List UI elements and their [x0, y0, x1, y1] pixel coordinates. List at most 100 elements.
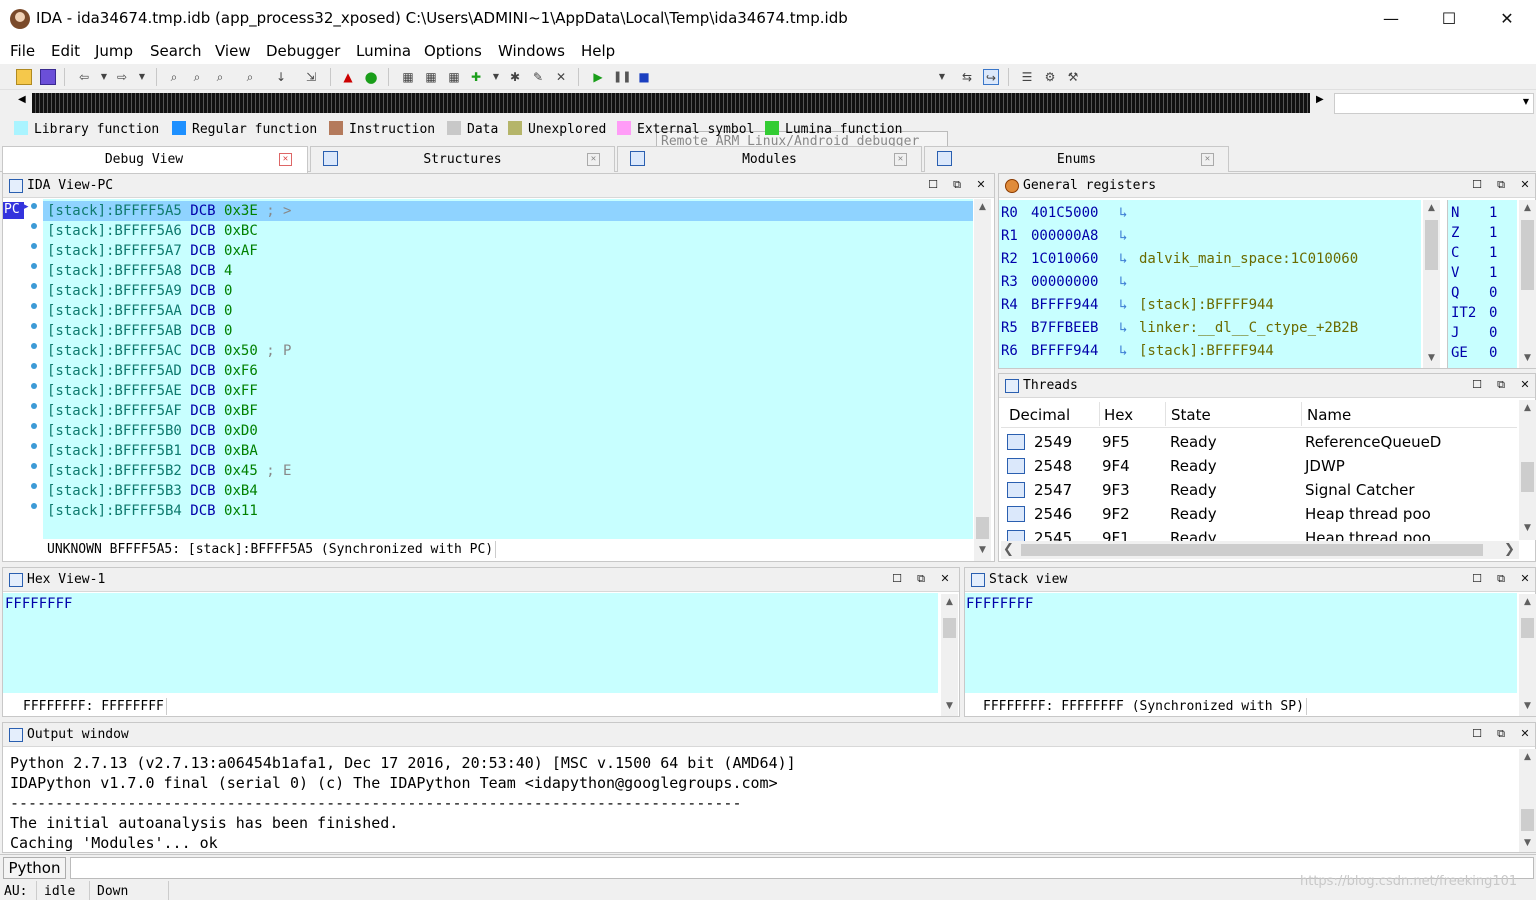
menu-windows[interactable]: Windows [498, 42, 565, 60]
float-icon[interactable]: ⧉ [1493, 571, 1509, 587]
download-icon[interactable]: ↓ [273, 69, 289, 85]
flag-row[interactable]: GE 0 [1451, 343, 1497, 363]
list-icon[interactable]: ☰ [1019, 69, 1035, 85]
disassembly-line[interactable]: [stack]:BFFFF5A9 DCB 0 [47, 281, 232, 301]
scroll-thumb[interactable] [1021, 544, 1483, 556]
back-dropdown-icon[interactable]: ▼ [96, 69, 112, 85]
jump-arrow-icon[interactable]: ↳ [1119, 202, 1139, 225]
line-marker-dot[interactable] [31, 263, 37, 269]
disassembly-line[interactable]: [stack]:BFFFF5A8 DCB 4 [47, 261, 232, 281]
threads-scrollbar[interactable]: ▲ ▼ [1519, 400, 1536, 540]
scroll-down-icon[interactable]: ▼ [1519, 698, 1536, 715]
tab-close-icon[interactable]: ✕ [279, 153, 292, 166]
restore-icon[interactable]: ☐ [925, 177, 941, 193]
restore-icon[interactable]: ☐ [1469, 177, 1485, 193]
disassembly-line[interactable]: [stack]:BFFFF5B1 DCB 0xBA [47, 441, 258, 461]
disassembly-line[interactable]: [stack]:BFFFF5AD DCB 0xF6 [47, 361, 258, 381]
tools-icon[interactable]: ⚒ [1065, 69, 1081, 85]
register-row[interactable]: R1 000000A8 ↳ [1001, 225, 1139, 248]
scroll-down-icon[interactable]: ▼ [1519, 835, 1536, 852]
jump-arrow-icon[interactable]: ↳ [1119, 294, 1139, 317]
menu-lumina[interactable]: Lumina [356, 42, 411, 60]
forward-dropdown-icon[interactable]: ▼ [134, 69, 150, 85]
close-icon[interactable]: ✕ [937, 571, 953, 587]
column-decimal[interactable]: Decimal [1009, 406, 1070, 424]
hex-scrollbar[interactable]: ▲ ▼ [941, 594, 958, 716]
float-icon[interactable]: ⧉ [1493, 377, 1509, 393]
float-icon[interactable]: ⧉ [1493, 177, 1509, 193]
tab-enums[interactable]: Enums ✕ [924, 146, 1229, 172]
disassembly-line[interactable]: [stack]:BFFFF5B4 DCB 0x11 [47, 501, 258, 521]
python-button[interactable]: Python [3, 857, 66, 879]
line-marker-dot[interactable] [31, 343, 37, 349]
register-row[interactable]: R2 1C010060 ↳ dalvik_main_space:1C010060 [1001, 248, 1358, 271]
menu-search[interactable]: Search [150, 42, 202, 60]
immediate-search-icon[interactable]: ⌕ [212, 69, 228, 85]
line-marker-dot[interactable] [31, 503, 37, 509]
stop-icon[interactable]: ■ [636, 69, 652, 85]
scroll-up-icon[interactable]: ▲ [1519, 594, 1536, 611]
jump-arrow-icon[interactable]: ↳ [1119, 248, 1139, 271]
text-search-icon[interactable]: ⌕ [189, 69, 205, 85]
register-row[interactable]: R5 B7FFBEEB ↳ linker:__dl__C_ctype_+2B2B [1001, 317, 1358, 340]
flag-row[interactable]: J0 [1451, 323, 1497, 343]
back-icon[interactable]: ⇦ [76, 69, 92, 85]
tab-modules[interactable]: Modules ✕ [617, 146, 922, 172]
disassembly-line[interactable]: [stack]:BFFFF5B0 DCB 0xD0 [47, 421, 258, 441]
close-icon[interactable]: ✕ [1517, 571, 1533, 587]
flag-row[interactable]: Q0 [1451, 283, 1497, 303]
line-marker-dot[interactable] [31, 203, 37, 209]
hex-area[interactable] [3, 593, 938, 693]
add-icon[interactable]: ✚ [468, 69, 484, 85]
scroll-thumb[interactable] [943, 618, 956, 638]
scroll-up-icon[interactable]: ▲ [1519, 200, 1536, 217]
line-marker-dot[interactable] [31, 303, 37, 309]
float-icon[interactable]: ⧉ [949, 177, 965, 193]
disassembly-line[interactable]: [stack]:BFFFF5A6 DCB 0xBC [47, 221, 258, 241]
line-marker-dot[interactable] [31, 403, 37, 409]
close-icon[interactable]: ✕ [1517, 377, 1533, 393]
add-dropdown-icon[interactable]: ▼ [488, 69, 504, 85]
navigation-select[interactable]: ▼ [1334, 93, 1534, 114]
ida-view-scrollbar[interactable]: ▲ ▼ [974, 199, 991, 561]
tree-icon[interactable]: ⚙ [1042, 69, 1058, 85]
restore-icon[interactable]: ☐ [889, 571, 905, 587]
scroll-down-icon[interactable]: ▼ [974, 542, 991, 559]
flag-row[interactable]: V1 [1451, 263, 1497, 283]
scroll-thumb[interactable] [976, 517, 989, 539]
scroll-down-icon[interactable]: ▼ [1519, 520, 1536, 537]
thread-row[interactable]: 2546 9F2 Ready Heap thread poo [1007, 502, 1515, 526]
flags-scrollbar[interactable]: ▲ ▼ [1519, 200, 1536, 368]
register-row[interactable]: R3 00000000 ↳ [1001, 271, 1139, 294]
column-state[interactable]: State [1171, 406, 1211, 424]
register-row[interactable]: R0 401C5000 ↳ [1001, 202, 1139, 225]
menu-edit[interactable]: Edit [51, 42, 80, 60]
line-marker-dot[interactable] [31, 323, 37, 329]
output-scrollbar[interactable]: ▲ ▼ [1519, 749, 1536, 852]
disassembly-line[interactable]: [stack]:BFFFF5AA DCB 0 [47, 301, 232, 321]
line-marker-dot[interactable] [31, 223, 37, 229]
menu-jump[interactable]: Jump [95, 42, 133, 60]
register-row[interactable]: R4 BFFFF944 ↳ [stack]:BFFFF944 [1001, 294, 1274, 317]
tab-debug-view[interactable]: Debug View ✕ [2, 146, 308, 173]
disassembly-line[interactable]: [stack]:BFFFF5B2 DCB 0x45 ; E [47, 461, 291, 481]
line-marker-dot[interactable] [31, 463, 37, 469]
close-button[interactable]: ✕ [1478, 0, 1536, 38]
line-marker-dot[interactable] [31, 423, 37, 429]
float-icon[interactable]: ⧉ [913, 571, 929, 587]
nav-right-arrow-icon[interactable]: ▶ [1316, 94, 1324, 105]
close-icon[interactable]: ✕ [973, 177, 989, 193]
disassembly-line[interactable]: [stack]:BFFFF5AE DCB 0xFF [47, 381, 258, 401]
scroll-thumb[interactable] [1521, 618, 1534, 638]
menu-debugger[interactable]: Debugger [266, 42, 340, 60]
line-marker-dot[interactable] [31, 243, 37, 249]
close-icon[interactable]: ✕ [1517, 726, 1533, 742]
threads-hscrollbar[interactable]: ❮ ❯ [1001, 541, 1519, 559]
scroll-up-icon[interactable]: ▲ [1423, 200, 1440, 217]
jump-arrow-icon[interactable]: ↳ [1119, 271, 1139, 294]
flag-row[interactable]: C1 [1451, 243, 1497, 263]
scroll-thumb[interactable] [1521, 220, 1534, 290]
menu-options[interactable]: Options [424, 42, 482, 60]
structure-icon[interactable]: ▦ [400, 69, 416, 85]
line-marker-dot[interactable] [31, 483, 37, 489]
